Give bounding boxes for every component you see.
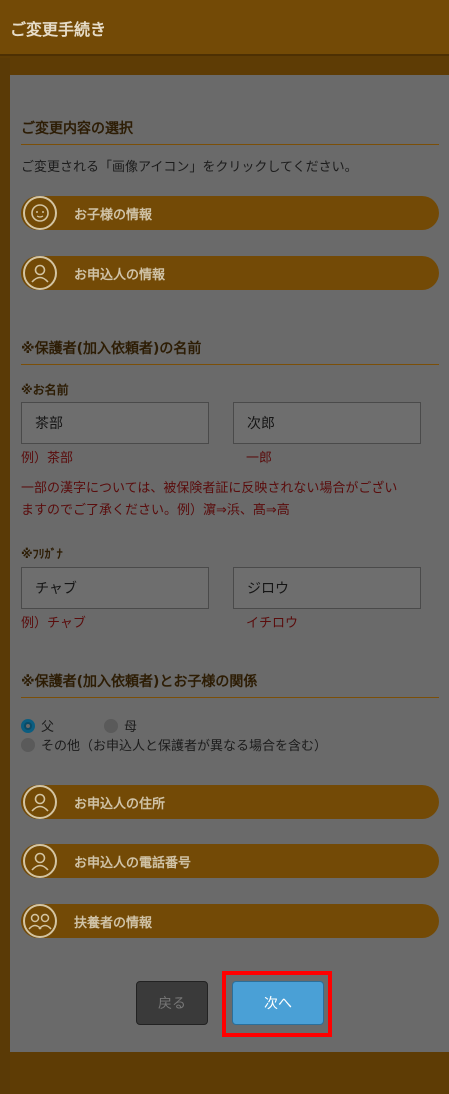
last-name-example: 例）茶部 [21, 451, 74, 466]
item-dependent-info[interactable]: 扶養者の情報 [21, 904, 439, 938]
section-title-change-selection: ご変更内容の選択 [21, 118, 439, 145]
family-icon [23, 904, 57, 938]
item-applicant-address[interactable]: お申込人の住所 [21, 785, 439, 819]
first-name-field[interactable]: 次郎 [233, 402, 421, 444]
item-applicant-phone[interactable]: お申込人の電話番号 [21, 844, 439, 878]
page-header: ご変更手続き [0, 0, 449, 56]
section-title-guardian-name: ※保護者(加入依頼者)の名前 [21, 338, 439, 365]
kanji-note-line2: ますのでご了承ください。例）濵⇒浜、髙⇒高 [21, 503, 290, 518]
kanji-note-line1: 一部の漢字については、被保険者証に反映されない場合がござい [21, 481, 398, 496]
last-kana-field[interactable]: チャブ [21, 567, 209, 609]
name-label: ※お名前 [21, 383, 69, 397]
item-applicant-address-label: お申込人の住所 [74, 797, 166, 812]
person-icon [23, 785, 57, 819]
radio-other-button[interactable] [21, 738, 35, 752]
first-kana-field[interactable]: ジロウ [233, 567, 421, 609]
first-name-example: 一郎 [246, 451, 273, 466]
radio-father-label: 父 [41, 720, 55, 735]
radio-mother-button[interactable] [104, 719, 118, 733]
last-name-field[interactable]: 茶部 [21, 402, 209, 444]
page-title: ご変更手続き [10, 20, 107, 39]
item-applicant-info[interactable]: お申込人の情報 [21, 256, 439, 290]
radio-father-button[interactable] [21, 719, 35, 733]
item-applicant-phone-label: お申込人の電話番号 [74, 856, 192, 871]
radio-other-label: その他（お申込人と保護者が異なる場合を含む） [41, 739, 328, 754]
item-dependent-info-label: 扶養者の情報 [74, 916, 153, 931]
item-child-info[interactable]: お子様の情報 [21, 196, 439, 230]
next-button[interactable]: 次へ [232, 981, 324, 1025]
instruction-text: ご変更される「画像アイコン」をクリックしてください。 [21, 160, 358, 175]
person-icon [23, 844, 57, 878]
person-icon [23, 256, 57, 290]
item-applicant-info-label: お申込人の情報 [74, 268, 166, 283]
furigana-label: ※ﾌﾘｶﾞﾅ [21, 547, 63, 561]
baby-icon [23, 196, 57, 230]
first-kana-example: イチロウ [246, 616, 299, 631]
last-kana-example: 例）チャブ [21, 616, 86, 631]
item-child-info-label: お子様の情報 [74, 208, 153, 223]
side-strip [0, 58, 10, 1094]
section-title-relationship: ※保護者(加入依頼者)とお子様の関係 [21, 671, 439, 698]
back-button[interactable]: 戻る [136, 981, 208, 1025]
radio-mother-label: 母 [124, 720, 138, 735]
